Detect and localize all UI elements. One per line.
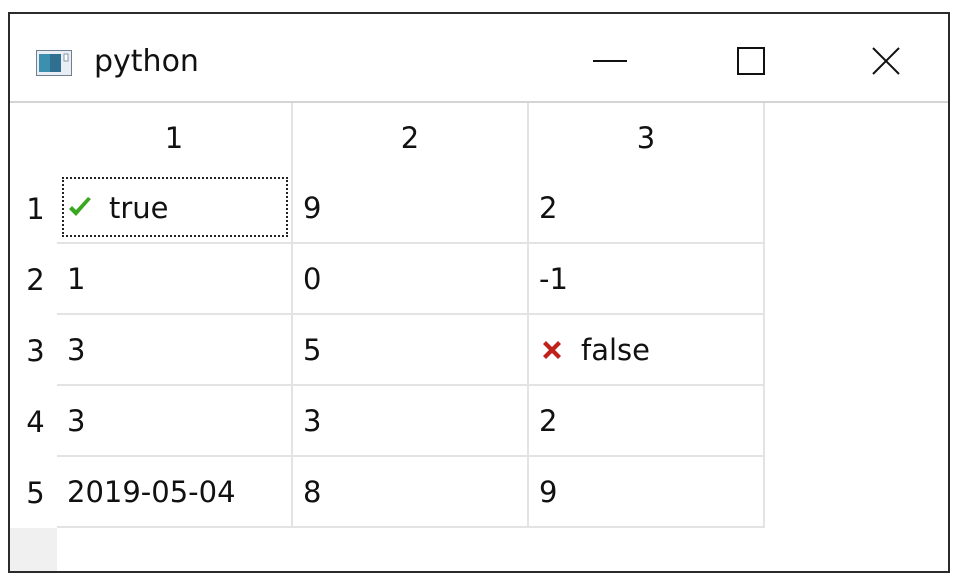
table-cell-r5-c2[interactable]: 8: [293, 457, 529, 528]
cell-text: 2: [539, 190, 558, 225]
maximize-icon: [737, 47, 765, 75]
cell-text: 3: [67, 403, 86, 438]
cell-text: 9: [539, 474, 558, 509]
cross-icon: [543, 340, 561, 359]
cell-text: 0: [303, 261, 322, 296]
column-header-2[interactable]: 2: [293, 103, 529, 173]
table-cell-r3-c3[interactable]: false: [529, 315, 765, 386]
row-header-filler: [10, 528, 57, 571]
minimize-button[interactable]: [580, 36, 640, 86]
row-header-3[interactable]: 3: [10, 315, 57, 386]
window-title: python: [94, 44, 199, 79]
row-header-2[interactable]: 2: [10, 244, 57, 315]
focus-rectangle: [62, 177, 288, 237]
row-header-4[interactable]: 4: [10, 386, 57, 457]
cell-text: 3: [303, 403, 322, 438]
column-header-1[interactable]: 1: [57, 103, 293, 173]
row-header-5[interactable]: 5: [10, 457, 57, 528]
title-bar[interactable]: python: [10, 14, 948, 103]
table-corner-button[interactable]: [10, 103, 57, 173]
close-icon: [872, 47, 900, 75]
table-cell-r1-c2[interactable]: 9: [293, 173, 529, 244]
cell-text: false: [581, 332, 650, 367]
table-cell-r5-c1[interactable]: 2019-05-04: [57, 457, 293, 528]
cell-text: 5: [303, 332, 322, 367]
table-cell-r4-c2[interactable]: 3: [293, 386, 529, 457]
cell-text: 9: [303, 190, 322, 225]
cell-text: true: [109, 190, 169, 225]
check-icon: [69, 196, 91, 216]
cell-text: 3: [67, 332, 86, 367]
row-header-1[interactable]: 1: [10, 173, 57, 244]
cell-text: 2: [539, 403, 558, 438]
app-window-icon: [36, 50, 72, 76]
cell-text: -1: [539, 261, 568, 296]
column-header-3[interactable]: 3: [529, 103, 765, 173]
table-cell-r1-c3[interactable]: 2: [529, 173, 765, 244]
cell-text: 8: [303, 474, 322, 509]
table-cell-r4-c1[interactable]: 3: [57, 386, 293, 457]
table-cell-r2-c1[interactable]: 1: [57, 244, 293, 315]
table-cell-r3-c2[interactable]: 5: [293, 315, 529, 386]
app-window: python 1 2 3 1 2 3 4 5 true 9 2 1 0 -1 3…: [8, 12, 950, 573]
maximize-button[interactable]: [721, 36, 781, 86]
table-cell-r4-c3[interactable]: 2: [529, 386, 765, 457]
table-cell-r5-c3[interactable]: 9: [529, 457, 765, 528]
cell-text: 1: [67, 261, 86, 296]
cell-text: 2019-05-04: [67, 474, 236, 509]
table-cell-r2-c3[interactable]: -1: [529, 244, 765, 315]
table-view[interactable]: 1 2 3 1 2 3 4 5 true 9 2 1 0 -1 3 5 fals…: [10, 103, 948, 571]
close-button[interactable]: [856, 36, 916, 86]
table-cell-r1-c1[interactable]: true: [57, 173, 293, 244]
table-cell-r2-c2[interactable]: 0: [293, 244, 529, 315]
table-cell-r3-c1[interactable]: 3: [57, 315, 293, 386]
minimize-icon: [593, 60, 627, 62]
